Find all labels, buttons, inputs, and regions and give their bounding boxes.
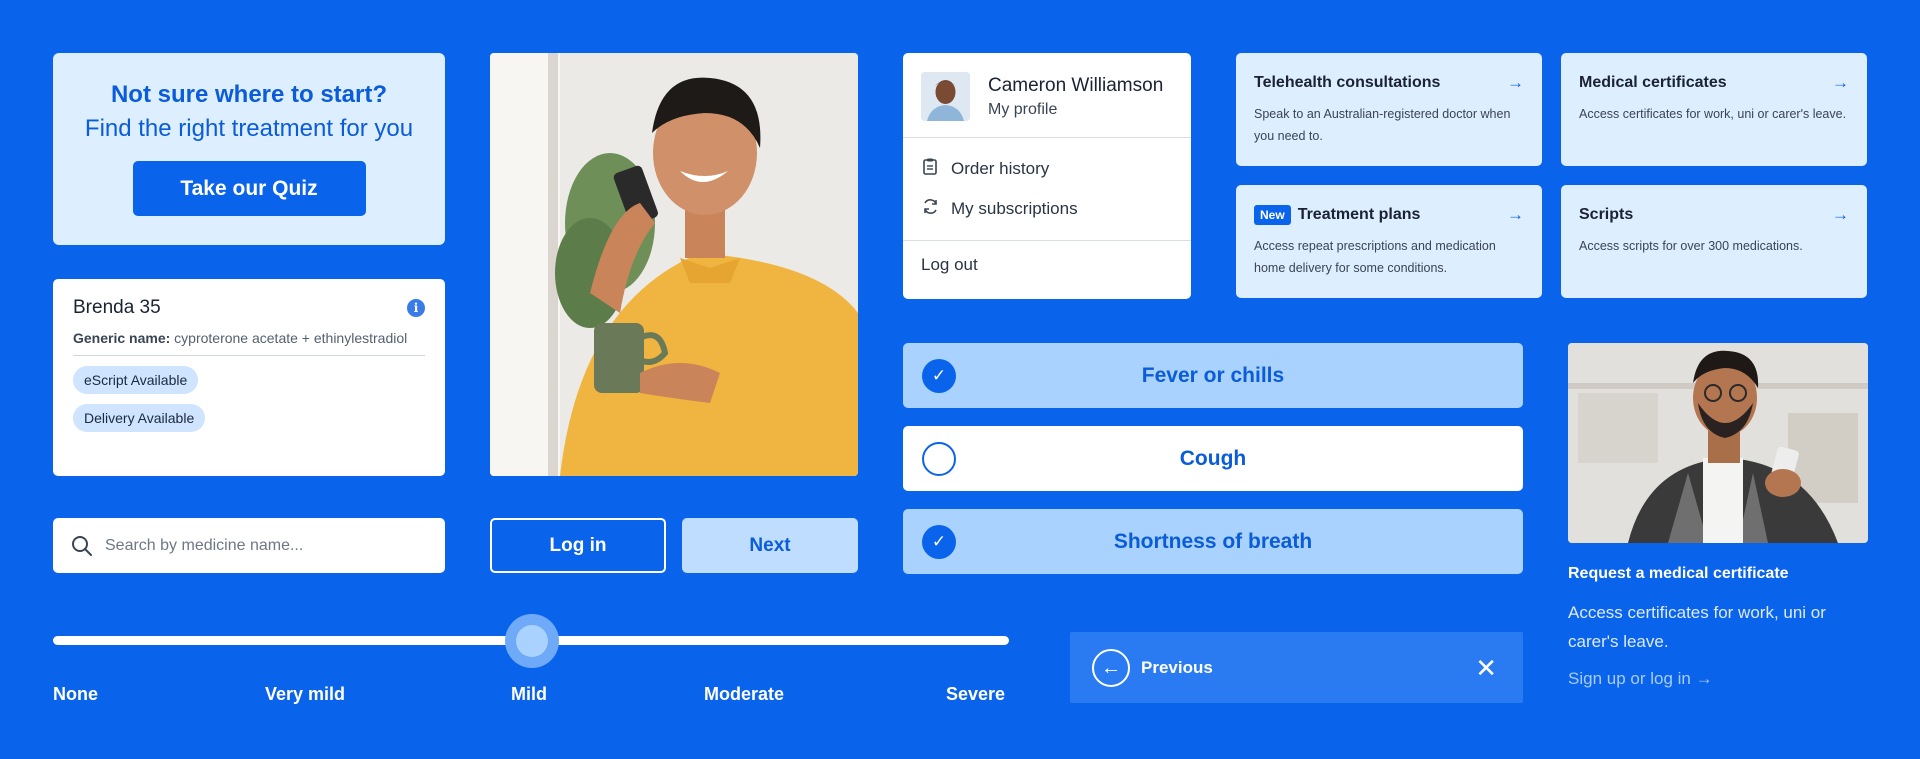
generic-name-label: Generic name: [73, 330, 171, 346]
generic-name-value: cyproterone acetate + ethinylestradiol [174, 330, 408, 346]
service-title: Telehealth consultations [1254, 74, 1441, 91]
service-card-medical-certificates[interactable]: Medical certificates → Access certificat… [1561, 53, 1867, 166]
radio-empty-icon [922, 441, 956, 476]
arrow-right-icon: → [1832, 73, 1849, 92]
next-button[interactable]: Next [682, 518, 858, 573]
man-on-phone-photo [490, 53, 858, 476]
escript-badge: eScript Available [73, 366, 199, 394]
service-title: Scripts [1579, 206, 1634, 223]
check-icon: ✓ [922, 358, 956, 393]
profile-menu: Cameron Williamson My profile Order hist… [903, 53, 1191, 299]
symptom-option-shortness-of-breath[interactable]: ✓ Shortness of breath [903, 509, 1523, 574]
service-description: Access scripts for over 300 medications. [1579, 239, 1803, 253]
severity-slider-thumb[interactable] [516, 625, 548, 657]
info-icon[interactable]: i [407, 299, 425, 317]
profile-header[interactable]: Cameron Williamson My profile [903, 53, 1191, 138]
certificate-card-title: Request a medical certificate [1568, 565, 1789, 582]
arrow-left-icon[interactable]: ← [1092, 648, 1130, 687]
symptom-option-fever[interactable]: ✓ Fever or chills [903, 343, 1523, 408]
service-title: Treatment plans [1297, 206, 1421, 223]
arrow-right-icon: → [1695, 669, 1713, 688]
service-card-scripts[interactable]: Scripts → Access scripts for over 300 me… [1561, 185, 1867, 298]
check-icon: ✓ [922, 524, 956, 559]
symptom-label: Shortness of breath [1113, 529, 1313, 553]
symptom-label: Fever or chills [1141, 363, 1285, 387]
service-description: Access certificates for work, uni or car… [1579, 107, 1847, 121]
service-description: Access repeat prescriptions and medicati… [1254, 239, 1496, 275]
arrow-right-icon: → [1832, 205, 1849, 224]
my-profile-link[interactable]: My profile [988, 101, 1163, 119]
service-title: Medical certificates [1579, 74, 1727, 91]
severity-label-mild[interactable]: Mild [511, 684, 547, 705]
delivery-badge: Delivery Available [73, 404, 206, 432]
severity-label-severe[interactable]: Severe [946, 684, 1005, 705]
certificate-card-description: Access certificates for work, uni or car… [1568, 603, 1826, 651]
arrow-right-icon: → [1507, 73, 1524, 92]
medicine-name: Brenda 35 [73, 297, 161, 318]
avatar [921, 72, 970, 121]
man-with-phone-photo [1568, 343, 1868, 543]
refresh-icon [921, 198, 939, 220]
take-quiz-button[interactable]: Take our Quiz [132, 161, 366, 216]
generic-name: Generic name: cyproterone acetate + ethi… [73, 329, 425, 356]
clipboard-icon [921, 158, 939, 180]
arrow-right-icon: → [1507, 205, 1524, 224]
menu-item-order-history[interactable]: Order history [903, 158, 1191, 180]
sign-up-login-link[interactable]: Sign up or log in → [1568, 669, 1713, 689]
severity-label-moderate[interactable]: Moderate [704, 684, 784, 705]
symptom-label: Cough [1179, 446, 1247, 470]
close-icon[interactable]: ✕ [1475, 655, 1497, 681]
medicine-card[interactable]: Brenda 35 i Generic name: cyproterone ac… [53, 279, 445, 476]
service-card-treatment-plans[interactable]: New Treatment plans → Access repeat presc… [1236, 185, 1542, 298]
service-card-telehealth[interactable]: Telehealth consultations → Speak to an A… [1236, 53, 1542, 166]
logout-link[interactable]: Log out [903, 240, 1191, 289]
menu-item-label: Order history [951, 159, 1050, 178]
sign-up-login-label: Sign up or log in [1568, 669, 1691, 688]
menu-item-label: My subscriptions [951, 199, 1078, 218]
login-button[interactable]: Log in [490, 518, 666, 573]
menu-item-subscriptions[interactable]: My subscriptions [903, 198, 1191, 220]
quiz-card: Not sure where to start? Find the right … [53, 53, 445, 245]
search-placeholder: Search by medicine name... [105, 536, 304, 554]
previous-button[interactable]: Previous [1141, 658, 1475, 678]
service-description: Speak to an Australian-registered doctor… [1254, 107, 1511, 143]
quiz-title: Not sure where to start? [110, 81, 388, 108]
profile-name: Cameron Williamson [988, 74, 1164, 96]
symptom-option-cough[interactable]: Cough [903, 426, 1523, 491]
severity-label-very-mild[interactable]: Very mild [265, 684, 345, 705]
severity-label-none[interactable]: None [53, 684, 98, 705]
previous-bar: ← Previous ✕ [1070, 632, 1523, 703]
quiz-subtitle: Find the right treatment for you [84, 115, 414, 142]
search-icon [72, 535, 92, 556]
new-badge: New [1254, 205, 1291, 225]
search-input[interactable]: Search by medicine name... [53, 518, 445, 573]
